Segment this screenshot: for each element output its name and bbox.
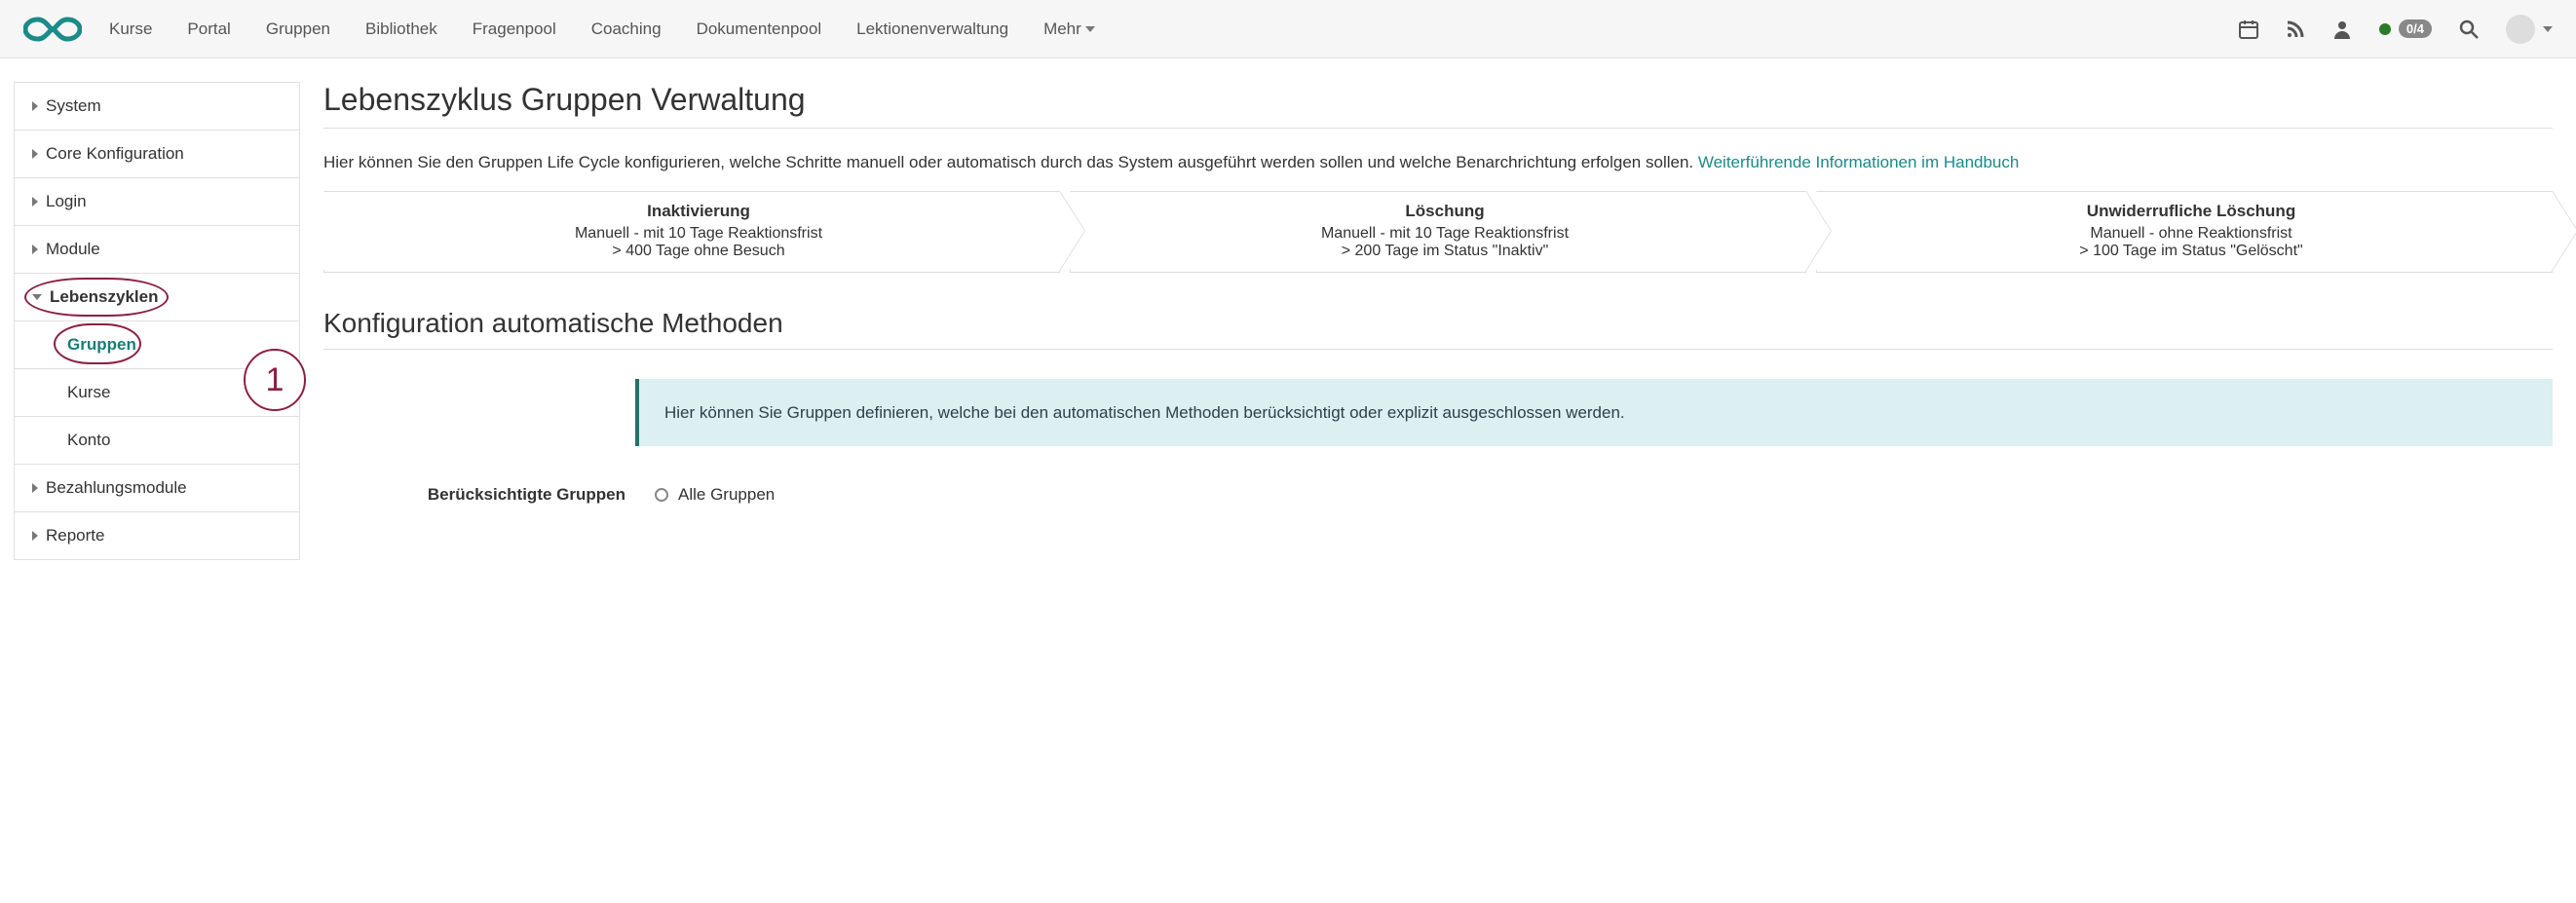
step-line2: > 400 Tage ohne Besuch xyxy=(367,243,1030,260)
sidebar-item-reporte[interactable]: Reporte xyxy=(15,512,299,559)
intro-handbook-link[interactable]: Weiterführende Informationen im Handbuch xyxy=(1698,153,2019,171)
intro-paragraph: Hier können Sie den Gruppen Life Cycle k… xyxy=(323,150,2553,175)
sidebar-label: Core Konfiguration xyxy=(46,144,184,164)
step-line1: Manuell - ohne Reaktionsfrist xyxy=(1860,225,2522,243)
sidebar-label: Bezahlungsmodule xyxy=(46,478,187,498)
form-label: Berücksichtigte Gruppen xyxy=(421,485,625,505)
sidebar-label: Gruppen xyxy=(67,335,136,355)
radio-icon xyxy=(655,488,668,502)
nav-dokumentenpool[interactable]: Dokumentenpool xyxy=(697,19,822,39)
nav-lektionenverwaltung[interactable]: Lektionenverwaltung xyxy=(856,19,1008,39)
radio-label: Alle Gruppen xyxy=(678,485,775,505)
caret-down-icon xyxy=(1085,26,1095,32)
step-title: Inaktivierung xyxy=(367,202,1030,221)
caret-right-icon xyxy=(32,531,38,541)
sidebar-label: Login xyxy=(46,192,87,211)
page-title: Lebenszyklus Gruppen Verwaltung xyxy=(323,82,2553,118)
sidebar-item-konto[interactable]: Konto xyxy=(15,417,299,465)
step-unwiderruflich[interactable]: Unwiderrufliche Löschung Manuell - ohne … xyxy=(1816,191,2553,273)
caret-down-icon xyxy=(2543,26,2553,32)
caret-down-icon xyxy=(32,294,42,300)
caret-right-icon xyxy=(32,149,38,159)
nav-links: Kurse Portal Gruppen Bibliothek Fragenpo… xyxy=(109,19,1095,39)
caret-right-icon xyxy=(32,245,38,254)
sidebar-label: Kurse xyxy=(67,383,110,402)
step-loeschung[interactable]: Löschung Manuell - mit 10 Tage Reaktions… xyxy=(1070,191,1806,273)
nav-mehr[interactable]: Mehr xyxy=(1043,19,1095,39)
calendar-icon[interactable] xyxy=(2239,19,2258,39)
lifecycle-steps: Inaktivierung Manuell - mit 10 Tage Reak… xyxy=(323,191,2553,273)
annotation-circle-1: 1 xyxy=(244,349,306,411)
sidebar-item-system[interactable]: System xyxy=(15,83,299,131)
status-dot-icon xyxy=(2379,23,2391,35)
nav-fragenpool[interactable]: Fragenpool xyxy=(473,19,556,39)
step-line1: Manuell - mit 10 Tage Reaktionsfrist xyxy=(1114,225,1776,243)
step-title: Unwiderrufliche Löschung xyxy=(1860,202,2522,221)
session-badge: 0/4 xyxy=(2399,19,2432,38)
content: Lebenszyklus Gruppen Verwaltung Hier kön… xyxy=(300,82,2576,560)
sidebar-label: Module xyxy=(46,240,100,259)
sidebar-item-login[interactable]: Login xyxy=(15,178,299,226)
nav-coaching[interactable]: Coaching xyxy=(591,19,662,39)
status-group[interactable]: 0/4 xyxy=(2379,19,2432,38)
sidebar-label: Lebenszyklen xyxy=(50,287,159,307)
step-line2: > 100 Tage im Status "Gelöscht" xyxy=(1860,243,2522,260)
sidebar-item-core-konfiguration[interactable]: Core Konfiguration xyxy=(15,131,299,178)
form-row-beruecksichtigte: Berücksichtigte Gruppen Alle Gruppen xyxy=(421,485,2553,505)
sidebar: System Core Konfiguration Login Module L… xyxy=(14,82,300,560)
step-line1: Manuell - mit 10 Tage Reaktionsfrist xyxy=(367,225,1030,243)
info-box: Hier können Sie Gruppen definieren, welc… xyxy=(635,379,2553,447)
nav-mehr-label: Mehr xyxy=(1043,19,1081,39)
nav-portal[interactable]: Portal xyxy=(187,19,230,39)
topbar: Kurse Portal Gruppen Bibliothek Fragenpo… xyxy=(0,0,2576,58)
user-menu[interactable] xyxy=(2506,15,2553,44)
avatar xyxy=(2506,15,2535,44)
nav-gruppen[interactable]: Gruppen xyxy=(266,19,330,39)
sidebar-item-bezahlungsmodule[interactable]: Bezahlungsmodule xyxy=(15,465,299,512)
step-line2: > 200 Tage im Status "Inaktiv" xyxy=(1114,243,1776,260)
nav-bibliothek[interactable]: Bibliothek xyxy=(365,19,437,39)
search-icon[interactable] xyxy=(2459,19,2479,39)
caret-right-icon xyxy=(32,101,38,111)
sidebar-item-module[interactable]: Module xyxy=(15,226,299,274)
sidebar-label: Konto xyxy=(67,431,110,450)
intro-text: Hier können Sie den Gruppen Life Cycle k… xyxy=(323,153,1698,171)
step-title: Löschung xyxy=(1114,202,1776,221)
sidebar-item-lebenszyklen[interactable]: Lebenszyklen xyxy=(15,274,299,321)
nav-icons: 0/4 xyxy=(2239,15,2553,44)
nav-kurse[interactable]: Kurse xyxy=(109,19,152,39)
sidebar-label: System xyxy=(46,96,101,116)
logo[interactable] xyxy=(23,16,82,43)
user-icon[interactable] xyxy=(2332,19,2352,39)
infinity-icon xyxy=(23,16,82,43)
sidebar-label: Reporte xyxy=(46,526,104,546)
rss-icon[interactable] xyxy=(2286,19,2305,39)
caret-right-icon xyxy=(32,197,38,207)
step-inaktivierung[interactable]: Inaktivierung Manuell - mit 10 Tage Reak… xyxy=(323,191,1060,273)
caret-right-icon xyxy=(32,483,38,493)
radio-option-alle-gruppen[interactable]: Alle Gruppen xyxy=(655,485,775,505)
section-config-title: Konfiguration automatische Methoden xyxy=(323,308,2553,339)
